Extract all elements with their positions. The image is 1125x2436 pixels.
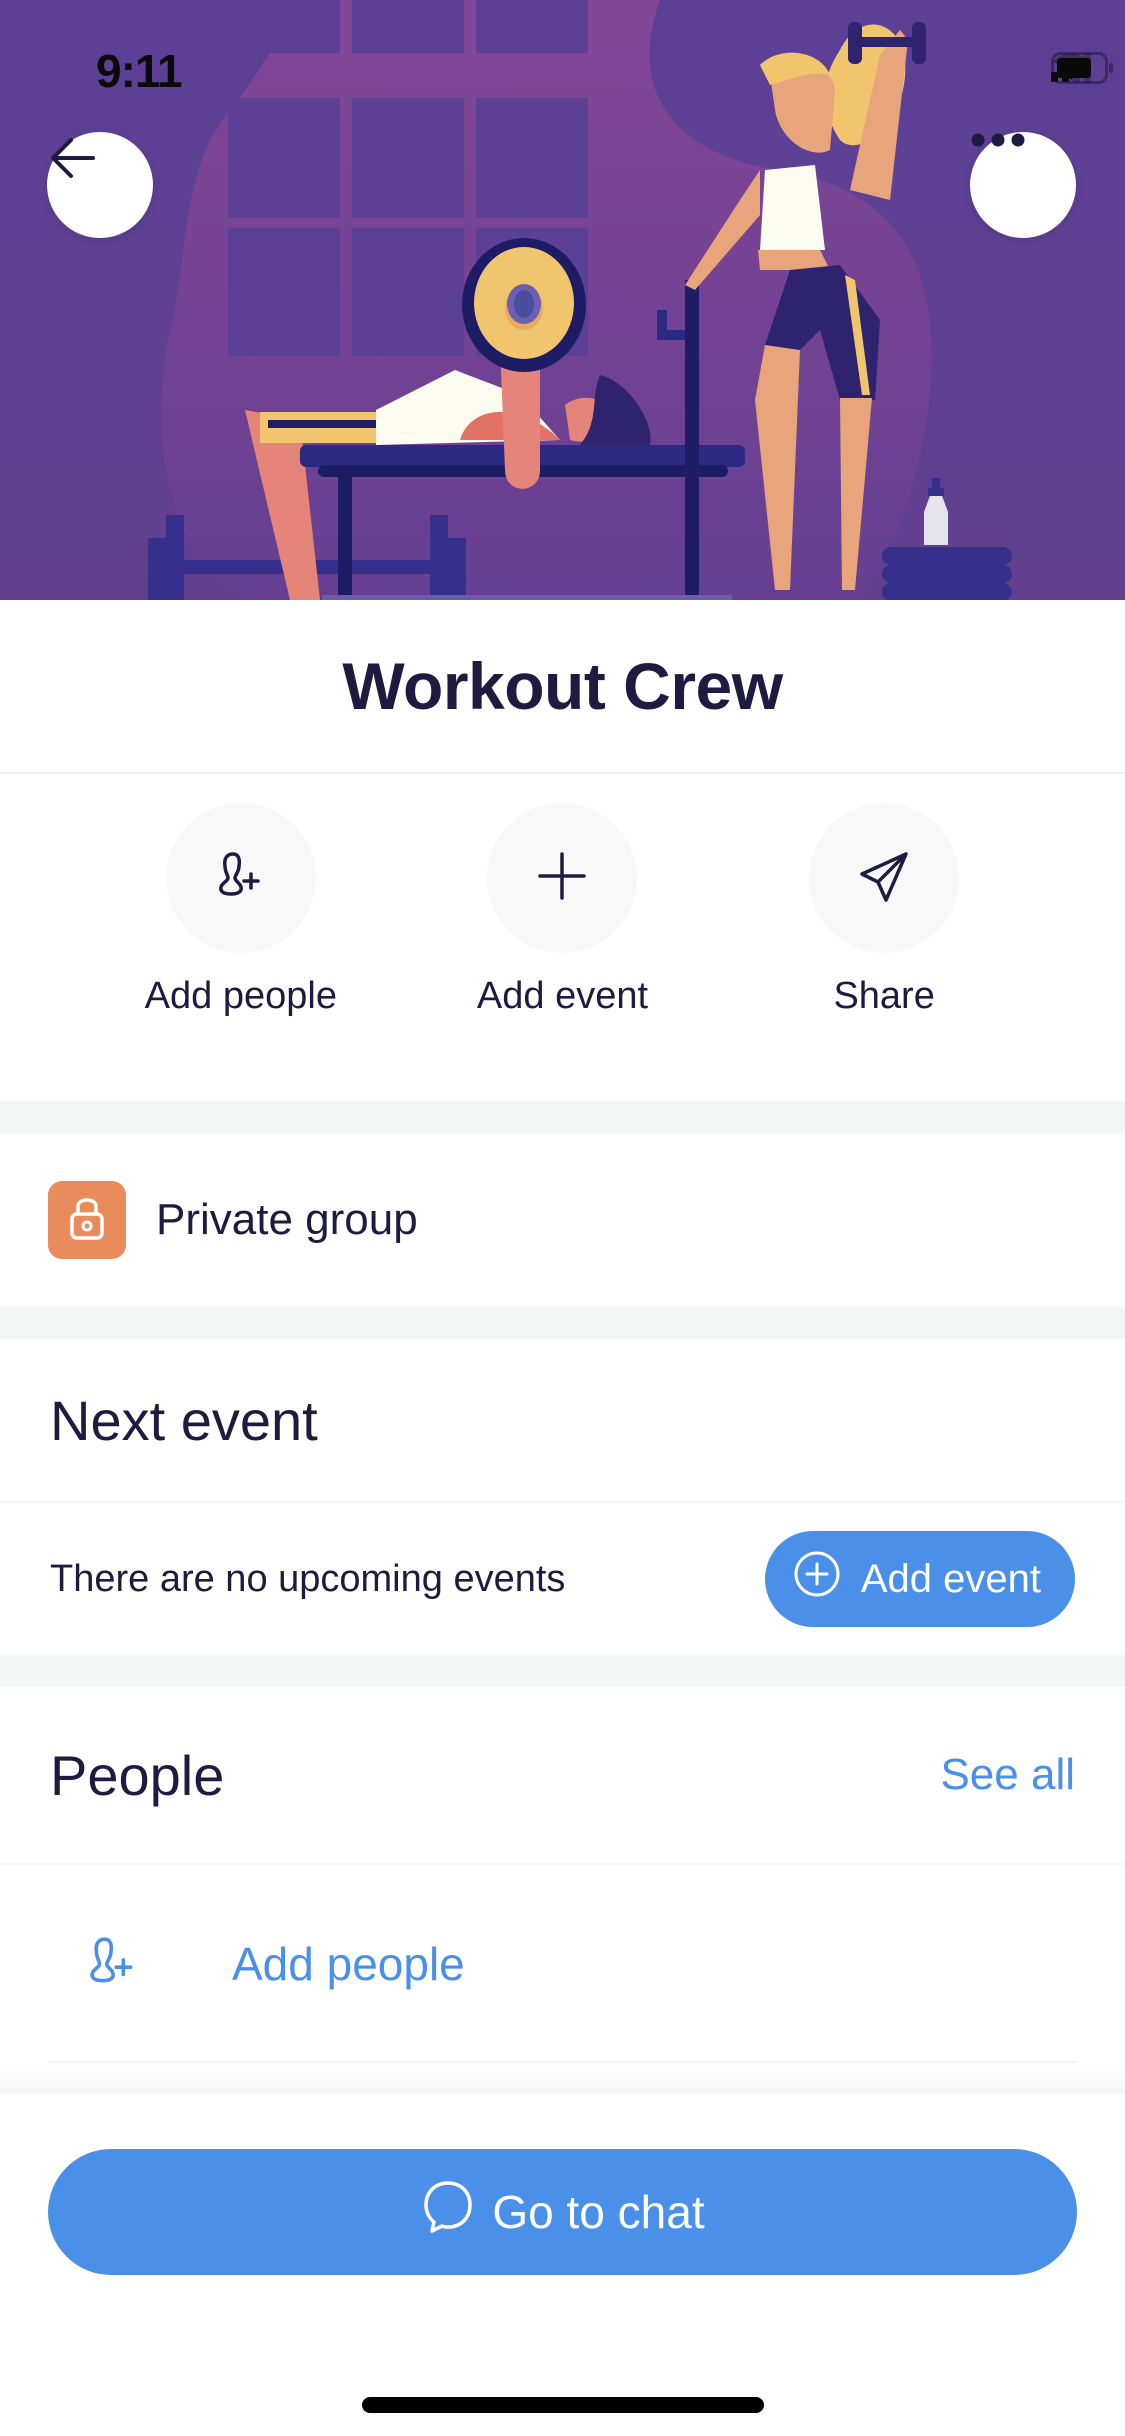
- scroll-fade: [0, 2063, 1125, 2093]
- home-indicator[interactable]: [362, 2397, 764, 2413]
- next-event-header: Next event: [0, 1339, 1125, 1503]
- share-action-circle[interactable]: [809, 803, 960, 953]
- section-divider: [0, 1307, 1125, 1339]
- lock-icon: [67, 1194, 107, 1247]
- section-divider: [0, 1101, 1125, 1133]
- page-title: Workout Crew: [342, 649, 783, 723]
- add-people-action[interactable]: Add people: [111, 803, 371, 1100]
- add-person-icon: [84, 1933, 142, 1996]
- hero-illustration: 9:11: [0, 0, 1125, 600]
- go-to-chat-label: Go to chat: [492, 2186, 705, 2238]
- bottom-bar: Go to chat: [0, 2093, 1125, 2436]
- status-bar: 9:11: [0, 0, 1125, 132]
- section-divider: [0, 1655, 1125, 1687]
- add-people-action-label: Add people: [144, 975, 337, 1017]
- add-people-action-circle[interactable]: [165, 803, 316, 953]
- add-event-action-circle[interactable]: [487, 803, 638, 953]
- add-event-button[interactable]: Add event: [764, 1531, 1075, 1627]
- plus-icon: [536, 850, 588, 907]
- add-event-action[interactable]: Add event: [432, 803, 692, 1100]
- add-people-link-label: Add people: [232, 1938, 465, 1990]
- people-title: People: [50, 1743, 225, 1807]
- next-event-row: There are no upcoming events Add event: [0, 1503, 1125, 1655]
- quick-actions: Add people Add event Share: [0, 775, 1125, 1100]
- people-header: People See all: [0, 1687, 1125, 1865]
- add-people-row[interactable]: Add people: [0, 1866, 1125, 2062]
- go-to-chat-button[interactable]: Go to chat: [48, 2149, 1077, 2275]
- more-options-button[interactable]: [970, 132, 1076, 238]
- lock-badge: [48, 1181, 126, 1259]
- privacy-row: Private group: [0, 1133, 1125, 1307]
- see-all-link[interactable]: See all: [940, 1750, 1075, 1800]
- no-events-text: There are no upcoming events: [50, 1557, 566, 1600]
- next-event-title: Next event: [50, 1388, 318, 1452]
- add-event-button-label: Add event: [860, 1556, 1041, 1601]
- send-icon: [856, 848, 912, 909]
- share-action[interactable]: Share: [754, 803, 1014, 1100]
- share-action-label: Share: [833, 975, 935, 1017]
- status-time: 9:11: [96, 45, 183, 97]
- privacy-label: Private group: [156, 1195, 418, 1244]
- group-title-section: Workout Crew: [0, 600, 1125, 774]
- back-button[interactable]: [47, 132, 153, 238]
- chat-bubble-icon: [420, 2177, 476, 2248]
- towel-stack: [882, 547, 1012, 600]
- add-event-action-label: Add event: [476, 975, 649, 1017]
- plus-circle-icon: [793, 1550, 841, 1608]
- add-person-icon: [213, 848, 269, 909]
